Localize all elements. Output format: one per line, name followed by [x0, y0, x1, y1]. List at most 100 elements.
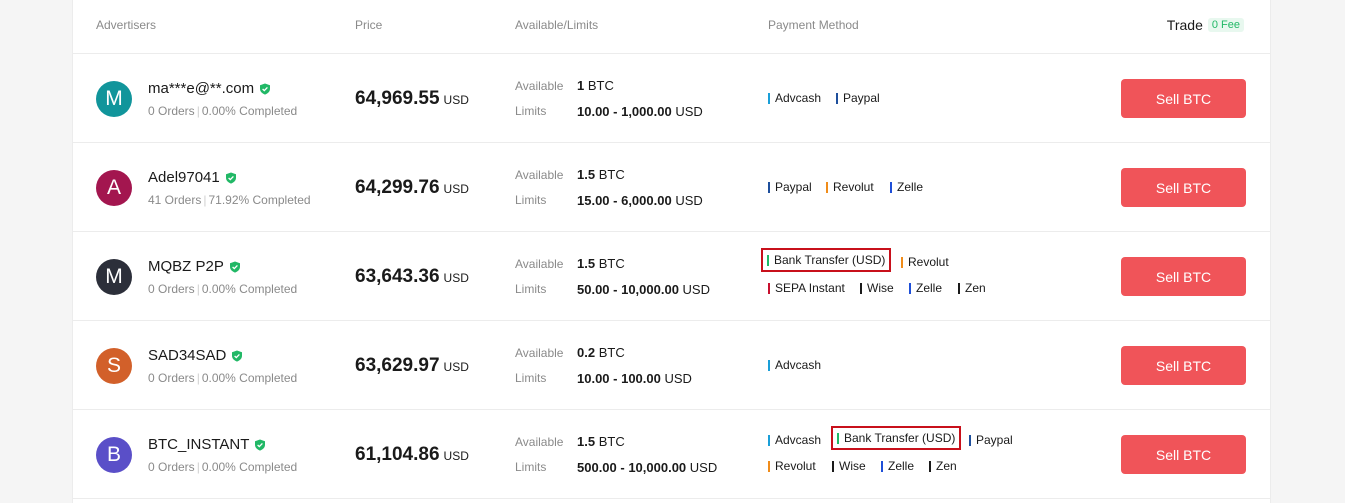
- avatar[interactable]: M: [96, 259, 132, 295]
- payment-method-tag: Paypal: [836, 91, 880, 105]
- avatar[interactable]: B: [96, 437, 132, 473]
- available-label: Available: [515, 79, 564, 93]
- limits-range: 50.00 - 10,000.00: [577, 282, 679, 297]
- sell-btc-button[interactable]: Sell BTC: [1121, 346, 1246, 385]
- price-value: 61,104.86: [355, 444, 440, 465]
- limits-label: Limits: [515, 282, 547, 296]
- payment-method-tag: Paypal: [768, 180, 812, 194]
- verified-shield-icon: [260, 83, 271, 95]
- limits-value: 50.00 - 10,000.00 USD: [577, 282, 710, 297]
- advertiser-name[interactable]: ma***e@**.com: [148, 80, 271, 97]
- stats-divider: |: [196, 371, 200, 385]
- advertiser-stats: 41 Orders | 71.92% Completed: [148, 193, 311, 207]
- advertiser-name[interactable]: BTC_INSTANT: [148, 436, 266, 453]
- available-amount: 0.2: [577, 345, 596, 360]
- limits-label: Limits: [515, 104, 547, 118]
- advertiser-stats: 0 Orders | 0.00% Completed: [148, 282, 297, 296]
- limits-unit: USD: [664, 371, 692, 386]
- sell-btc-button[interactable]: Sell BTC: [1121, 257, 1246, 296]
- advertiser-name-text: Adel97041: [148, 169, 220, 186]
- payment-method-tag: Advcash: [768, 358, 821, 372]
- limits-unit: USD: [689, 460, 718, 475]
- stats-divider: |: [196, 104, 200, 118]
- payment-color-bar: [958, 282, 960, 294]
- completion-rate: 0.00% Completed: [201, 282, 298, 296]
- payment-color-bar: [836, 92, 838, 104]
- table-header: Advertisers Price Available/Limits Payme…: [73, 0, 1270, 54]
- advertiser-name[interactable]: Adel97041: [148, 169, 237, 186]
- payment-method-label: Zen: [936, 459, 957, 473]
- available-unit: BTC: [598, 345, 625, 360]
- price-value: 64,969.55: [355, 88, 440, 109]
- limits-value: 10.00 - 1,000.00 USD: [577, 104, 703, 119]
- fee-badge: 0 Fee: [1207, 18, 1244, 32]
- header-payment-method: Payment Method: [768, 18, 859, 32]
- payment-method-tag: Zen: [958, 281, 986, 295]
- available-value: 1.5 BTC: [577, 434, 625, 449]
- avatar[interactable]: M: [96, 81, 132, 117]
- sell-btc-button[interactable]: Sell BTC: [1121, 168, 1246, 207]
- sell-btc-button[interactable]: Sell BTC: [1121, 435, 1246, 474]
- available-amount: 1.5: [577, 167, 596, 182]
- payment-method-label: Revolut: [833, 180, 874, 194]
- payment-method-label: Wise: [867, 281, 894, 295]
- available-amount: 1: [577, 78, 585, 93]
- payment-color-bar: [890, 181, 892, 193]
- payment-method-label: Revolut: [908, 255, 949, 269]
- limits-range: 10.00 - 100.00: [577, 371, 661, 386]
- payment-method-label: Zen: [965, 281, 986, 295]
- payment-color-bar: [881, 460, 883, 472]
- price-unit: USD: [443, 271, 469, 285]
- payment-method-tag: Wise: [860, 281, 894, 295]
- limits-range: 500.00 - 10,000.00: [577, 460, 687, 475]
- payment-method-tag: SEPA Instant: [768, 281, 845, 295]
- advertiser-name[interactable]: MQBZ P2P: [148, 258, 241, 275]
- payment-color-bar: [768, 282, 770, 294]
- payment-method-tag: Revolut: [768, 459, 816, 473]
- avatar[interactable]: S: [96, 348, 132, 384]
- payment-color-bar: [837, 432, 839, 444]
- avatar-letter: S: [106, 354, 121, 377]
- price-unit: USD: [443, 449, 469, 463]
- payment-method-label: Paypal: [775, 180, 812, 194]
- price-unit: USD: [443, 182, 469, 196]
- payment-color-bar: [969, 434, 971, 446]
- payment-method-label: Advcash: [775, 358, 822, 372]
- price-unit: USD: [443, 360, 469, 374]
- table-row: M ma***e@**.com 0 Orders | 0.00% Completed…: [73, 54, 1270, 143]
- payment-method-label: Zelle: [888, 459, 915, 473]
- limits-value: 15.00 - 6,000.00 USD: [577, 193, 703, 208]
- table-row: M MQBZ P2P 0 Orders | 0.00% Completed 63,6…: [73, 232, 1270, 321]
- available-unit: BTC: [598, 434, 625, 449]
- limits-unit: USD: [675, 193, 703, 208]
- advertiser-stats: 0 Orders | 0.00% Completed: [148, 104, 297, 118]
- advertiser-name[interactable]: SAD34SAD: [148, 347, 243, 364]
- payment-method-tag: Advcash: [768, 433, 821, 447]
- header-price: Price: [355, 18, 383, 32]
- advertiser-stats: 0 Orders | 0.00% Completed: [148, 460, 297, 474]
- payment-method-tag: Paypal: [969, 433, 1013, 447]
- available-unit: BTC: [598, 256, 625, 271]
- avatar[interactable]: A: [96, 170, 132, 206]
- available-value: 1.5 BTC: [577, 256, 625, 271]
- payment-method-label: Advcash: [775, 91, 822, 105]
- stats-divider: |: [196, 460, 200, 474]
- payment-method-label: Bank Transfer (USD): [844, 431, 956, 445]
- stats-divider: |: [196, 282, 200, 296]
- avatar-letter: M: [105, 87, 123, 110]
- available-value: 1 BTC: [577, 78, 614, 93]
- price-value: 64,299.76: [355, 177, 440, 198]
- payment-color-bar: [768, 434, 770, 446]
- sell-btc-button[interactable]: Sell BTC: [1121, 79, 1246, 118]
- completion-rate: 0.00% Completed: [201, 371, 298, 385]
- payment-method-label: SEPA Instant: [775, 281, 845, 295]
- payment-color-bar: [860, 282, 862, 294]
- payment-color-bar: [768, 460, 770, 472]
- payment-method-label: Zelle: [916, 281, 943, 295]
- table-row: S SAD34SAD 0 Orders | 0.00% Completed 63,6…: [73, 321, 1270, 410]
- payment-method-tag: Wise: [832, 459, 866, 473]
- verified-shield-icon: [229, 261, 240, 273]
- limits-range: 10.00 - 1,000.00: [577, 104, 672, 119]
- available-amount: 1.5: [577, 434, 596, 449]
- verified-shield-icon: [232, 350, 243, 362]
